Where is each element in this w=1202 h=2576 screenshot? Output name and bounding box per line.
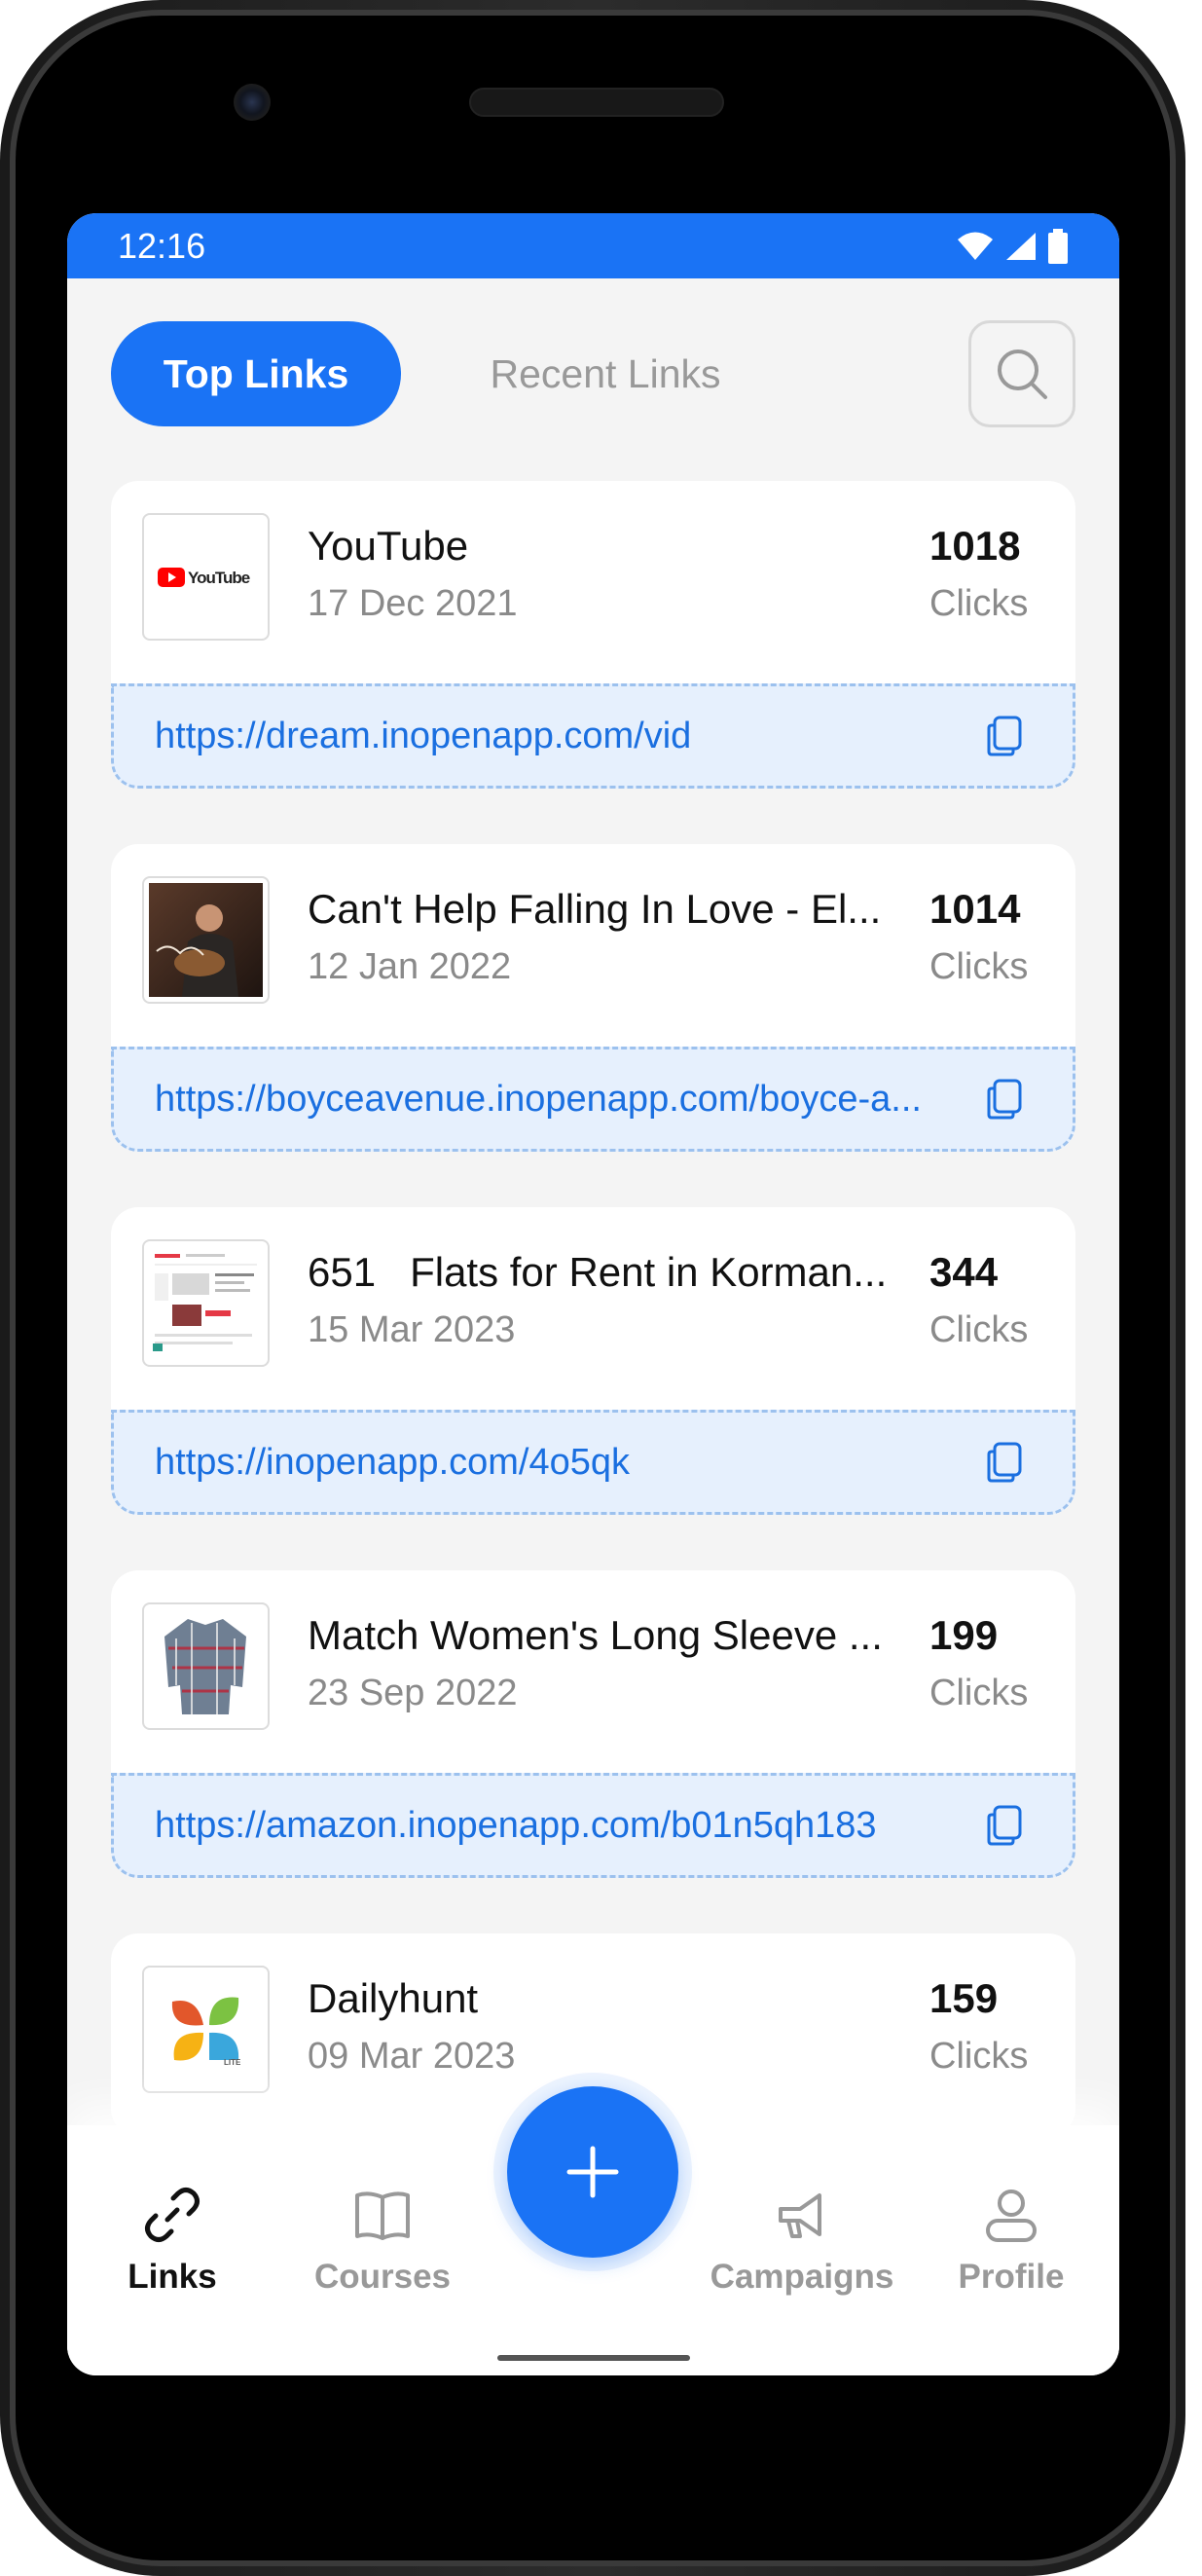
link-thumbnail: YouTube: [142, 513, 270, 641]
click-label: Clicks: [929, 1673, 1029, 1713]
video-thumbnail-icon: [149, 883, 263, 997]
short-url-box: https://amazon.inopenapp.com/b01n5qh183: [111, 1773, 1075, 1878]
nav-courses[interactable]: Courses: [295, 2184, 470, 2297]
nav-campaigns-label: Campaigns: [710, 2258, 894, 2296]
click-count: 159: [929, 1975, 999, 2021]
short-url-box: https://inopenapp.com/4o5qk: [111, 1410, 1075, 1515]
link-title: Match Women's Long Sleeve ...: [308, 1612, 883, 1658]
status-time: 12:16: [118, 225, 206, 266]
short-url[interactable]: https://inopenapp.com/4o5qk: [155, 1442, 965, 1484]
short-url[interactable]: https://dream.inopenapp.com/vid: [155, 716, 965, 757]
status-bar: 12:16: [67, 213, 1119, 278]
link-thumbnail: [142, 1239, 270, 1367]
battery-icon: [1048, 228, 1068, 264]
short-url-box: https://dream.inopenapp.com/vid: [111, 683, 1075, 789]
link-thumbnail: LITE: [142, 1966, 270, 2093]
copy-icon[interactable]: [985, 1441, 1024, 1484]
click-stats: 159 Clicks: [929, 1966, 1044, 2078]
copy-icon[interactable]: [985, 715, 1024, 757]
front-camera: [234, 84, 271, 121]
phone-frame: 12:16 Top Links Recent Links YouTube You…: [0, 0, 1185, 2576]
tab-recent-links[interactable]: Recent Links: [401, 321, 810, 426]
link-date: 12 Jan 2022: [308, 946, 512, 987]
click-label: Clicks: [929, 946, 1029, 987]
link-icon: [145, 2188, 200, 2242]
click-label: Clicks: [929, 583, 1029, 624]
link-tabs: Top Links Recent Links: [111, 320, 1075, 427]
home-indicator[interactable]: [497, 2355, 690, 2361]
link-card[interactable]: Can't Help Falling In Love - El... 12 Ja…: [111, 844, 1075, 1152]
click-stats: 1018 Clicks: [929, 513, 1044, 625]
click-count: 199: [929, 1612, 999, 1658]
click-count: 344: [929, 1249, 999, 1295]
nav-courses-label: Courses: [313, 2258, 452, 2296]
bottom-navigation: Links Courses Campaigns Profile: [67, 2086, 1119, 2375]
click-stats: 344 Clicks: [929, 1239, 1044, 1351]
search-button[interactable]: [968, 320, 1075, 427]
nav-profile-label: Profile: [958, 2258, 1065, 2296]
link-date: 23 Sep 2022: [308, 1673, 518, 1713]
link-date: 09 Mar 2023: [308, 2036, 516, 2077]
copy-icon[interactable]: [985, 1078, 1024, 1121]
link-title: 651 Flats for Rent in Korman...: [308, 1249, 888, 1295]
link-date: 17 Dec 2021: [308, 583, 518, 624]
nav-profile[interactable]: Profile: [924, 2184, 1099, 2297]
app-screen: 12:16 Top Links Recent Links YouTube You…: [67, 213, 1119, 2375]
link-title: Can't Help Falling In Love - El...: [308, 886, 882, 932]
nav-links-label: Links: [127, 2258, 217, 2296]
book-icon: [355, 2191, 410, 2240]
link-title: Dailyhunt: [308, 1975, 479, 2021]
short-url[interactable]: https://amazon.inopenapp.com/b01n5qh183: [155, 1805, 965, 1847]
status-icons: [956, 228, 1069, 264]
add-link-button[interactable]: [507, 2086, 678, 2258]
svg-text:YouTube: YouTube: [188, 569, 250, 587]
link-card[interactable]: YouTube YouTube 17 Dec 2021 1018 Clicks …: [111, 481, 1075, 789]
search-icon: [998, 350, 1047, 399]
wifi-icon: [958, 232, 993, 260]
nav-campaigns[interactable]: Campaigns: [710, 2184, 893, 2297]
short-url-box: https://boyceavenue.inopenapp.com/boyce-…: [111, 1047, 1075, 1152]
link-card[interactable]: Match Women's Long Sleeve ... 23 Sep 202…: [111, 1570, 1075, 1878]
click-count: 1014: [929, 886, 1021, 932]
signal-icon: [1006, 232, 1036, 260]
click-count: 1018: [929, 523, 1021, 569]
click-label: Clicks: [929, 2036, 1029, 2077]
link-thumbnail: [142, 876, 270, 1004]
click-stats: 1014 Clicks: [929, 876, 1044, 988]
tab-top-links[interactable]: Top Links: [111, 321, 401, 426]
svg-text:LITE: LITE: [224, 2058, 241, 2067]
plus-icon: [566, 2146, 619, 2198]
link-card[interactable]: 651 Flats for Rent in Korman... 15 Mar 2…: [111, 1207, 1075, 1515]
website-screenshot-icon: [149, 1246, 263, 1360]
short-url[interactable]: https://boyceavenue.inopenapp.com/boyce-…: [155, 1079, 965, 1121]
click-label: Clicks: [929, 1309, 1029, 1350]
user-icon: [986, 2190, 1037, 2242]
dailyhunt-logo-icon: LITE: [149, 1972, 263, 2086]
nav-links[interactable]: Links: [85, 2184, 260, 2297]
link-thumbnail: [142, 1602, 270, 1730]
link-date: 15 Mar 2023: [308, 1309, 516, 1350]
earpiece-speaker: [469, 88, 724, 117]
shirt-product-icon: [149, 1609, 263, 1723]
link-title: YouTube: [308, 523, 469, 569]
megaphone-icon: [779, 2193, 821, 2238]
link-list: YouTube YouTube 17 Dec 2021 1018 Clicks …: [111, 481, 1075, 2191]
click-stats: 199 Clicks: [929, 1602, 1044, 1714]
copy-icon[interactable]: [985, 1804, 1024, 1847]
youtube-logo-icon: YouTube: [157, 567, 250, 587]
